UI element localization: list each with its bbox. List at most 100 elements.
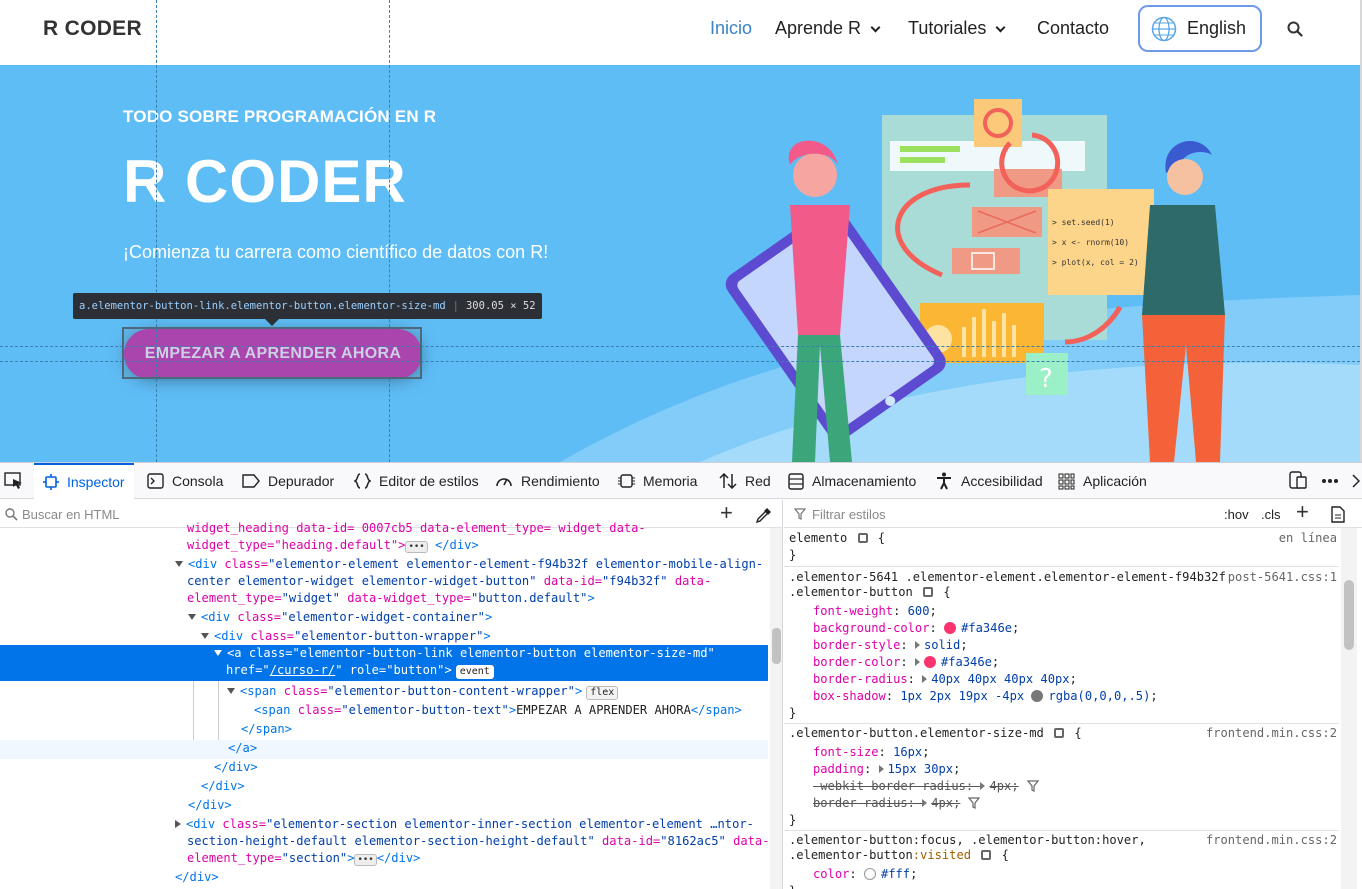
start-learning-button[interactable]: EMPEZAR A APRENDER AHORA	[124, 329, 422, 379]
css-property[interactable]: font-weight	[813, 604, 893, 618]
tree-row[interactable]: </div>	[0, 869, 768, 888]
rule-options-icon[interactable]	[981, 850, 992, 860]
css-property[interactable]: border-style	[813, 638, 900, 652]
element-picker-icon[interactable]	[4, 472, 24, 490]
css-declaration[interactable]: padding: 15px 30px;	[813, 761, 1362, 778]
expand-arrow[interactable]	[922, 799, 928, 807]
filter-icon[interactable]	[968, 797, 981, 809]
color-swatch[interactable]	[1031, 690, 1044, 702]
chevron-right-icon[interactable]	[1352, 474, 1360, 488]
css-value[interactable]: 600	[908, 604, 930, 618]
markup-scrollbar[interactable]	[770, 528, 782, 889]
site-logo[interactable]: R CODER	[43, 17, 142, 41]
expand-arrow[interactable]	[175, 820, 181, 828]
css-property[interactable]: background-color	[813, 621, 930, 635]
event-badge[interactable]: event	[455, 665, 494, 679]
cls-toggle[interactable]: .cls	[1261, 507, 1281, 522]
search-icon[interactable]	[1287, 21, 1303, 37]
rule-selector[interactable]: .elementor-button {	[789, 584, 1339, 601]
nav-learn-r[interactable]: Aprende R	[775, 18, 881, 39]
css-property[interactable]: -webkit-border-radius	[813, 779, 966, 793]
css-value[interactable]: 1px 2px 19px -4px	[900, 689, 1024, 703]
css-property[interactable]: box-shadow	[813, 689, 886, 703]
markup-scrollbar-thumb[interactable]	[772, 628, 781, 664]
tab-style-editor[interactable]: Editor de estilos	[354, 463, 479, 499]
tab-application[interactable]: Aplicación	[1058, 463, 1147, 499]
css-declaration[interactable]: border-style: solid;	[813, 637, 1362, 654]
css-declaration[interactable]: border-radius: 40px 40px 40px 40px;	[813, 671, 1362, 688]
css-value[interactable]: 4px	[989, 779, 1011, 793]
css-property[interactable]: border-color	[813, 655, 900, 669]
css-declaration-overridden[interactable]: -webkit-border-radius: 4px;	[813, 778, 1362, 795]
css-declaration[interactable]: box-shadow: 1px 2px 19px -4px rgba(0,0,0…	[813, 688, 1362, 705]
rule-options-icon[interactable]	[857, 533, 868, 543]
tree-row[interactable]: </div>	[0, 797, 768, 816]
rule-options-icon[interactable]	[1054, 728, 1065, 738]
tab-memory[interactable]: Memoria	[618, 463, 697, 499]
expand-arrow[interactable]	[980, 782, 986, 790]
tab-console[interactable]: Consola	[147, 463, 223, 499]
tree-row[interactable]: element_type="section"> ••• </div>	[0, 850, 768, 869]
tree-row[interactable]: </a>	[0, 740, 768, 759]
flex-badge[interactable]: flex	[586, 686, 619, 700]
expand-arrow[interactable]	[227, 688, 235, 694]
hov-toggle[interactable]: :hov	[1224, 507, 1249, 522]
css-declaration[interactable]: color: #fff;	[813, 866, 1362, 883]
styles-filter-bar[interactable]: Filtrar estilos :hov .cls +	[784, 500, 1362, 528]
css-property[interactable]: border-radius	[813, 672, 908, 686]
css-property[interactable]: font-size	[813, 745, 879, 759]
tab-inspector[interactable]: Inspector	[34, 463, 134, 499]
tree-row[interactable]: <span class="elementor-button-text">EMPE…	[0, 702, 768, 721]
rule-options-icon[interactable]	[923, 587, 934, 597]
css-declaration[interactable]: font-weight: 600;	[813, 603, 1362, 620]
css-value[interactable]: 4px	[931, 796, 953, 810]
nav-home[interactable]: Inicio	[710, 18, 752, 39]
tree-row[interactable]: <div class="elementor-widget-container">	[0, 609, 768, 628]
expand-arrow[interactable]	[188, 614, 196, 620]
rule-source[interactable]: frontend.min.css:2	[1206, 725, 1337, 742]
rule-source[interactable]: en línea	[1279, 530, 1337, 547]
tab-debugger[interactable]: Depurador	[242, 463, 334, 499]
rule-selector[interactable]: .elementor-button.elementor-size-md {fro…	[789, 725, 1339, 742]
color-swatch[interactable]	[944, 622, 957, 634]
nav-contact[interactable]: Contacto	[1037, 18, 1109, 39]
rule-selector[interactable]: .elementor-button:visited {	[789, 847, 1339, 864]
css-value[interactable]: #fff	[881, 867, 910, 881]
expand-arrow[interactable]	[914, 641, 920, 649]
responsive-design-icon[interactable]	[1289, 471, 1307, 489]
expand-arrow[interactable]	[201, 633, 209, 639]
tab-accessibility[interactable]: Accesibilidad	[935, 463, 1043, 499]
css-property[interactable]: border-radius	[813, 796, 908, 810]
tree-row[interactable]: element_type="widget" data-widget_type="…	[0, 590, 768, 609]
css-value[interactable]: rgba(0,0,0,.5)	[1048, 689, 1150, 703]
tab-performance[interactable]: Rendimiento	[495, 463, 600, 499]
css-property[interactable]: color	[813, 867, 849, 881]
add-rule-button[interactable]: +	[1296, 501, 1309, 523]
link-url[interactable]: /curso-r/	[270, 663, 336, 677]
tab-network[interactable]: Red	[719, 463, 771, 499]
css-declaration[interactable]: background-color: #fa346e;	[813, 620, 1362, 637]
tree-row[interactable]: <span class="elementor-button-content-wr…	[0, 683, 768, 702]
collapsed-content-badge[interactable]: •••	[405, 541, 428, 553]
tree-row[interactable]: widget_type="heading.default"> ••• </div>	[0, 537, 768, 556]
tab-storage[interactable]: Almacenamiento	[788, 463, 916, 499]
tree-row[interactable]: </span>	[0, 721, 768, 740]
print-media-icon[interactable]	[1331, 506, 1345, 523]
expand-arrow[interactable]	[922, 675, 928, 683]
css-value[interactable]: 16px	[893, 745, 922, 759]
expand-arrow[interactable]	[878, 765, 884, 773]
expand-arrow[interactable]	[214, 650, 222, 656]
color-swatch[interactable]	[923, 656, 936, 668]
css-property[interactable]: padding	[813, 762, 864, 776]
nav-tutorials[interactable]: Tutoriales	[908, 18, 1006, 39]
css-value[interactable]: #fa346e	[961, 621, 1012, 635]
css-value[interactable]: 40px 40px 40px 40px	[931, 672, 1069, 686]
tree-row-selected[interactable]: <a class="elementor-button-link elemento…	[0, 645, 768, 681]
tree-row[interactable]: </div>	[0, 759, 768, 778]
color-swatch[interactable]	[863, 868, 876, 880]
css-value[interactable]: solid	[924, 638, 960, 652]
css-declaration[interactable]: font-size: 16px;	[813, 744, 1362, 761]
more-options-icon[interactable]	[1321, 478, 1339, 484]
expand-arrow[interactable]	[175, 561, 183, 567]
rule-selector[interactable]: elemento {en línea	[789, 530, 1339, 547]
